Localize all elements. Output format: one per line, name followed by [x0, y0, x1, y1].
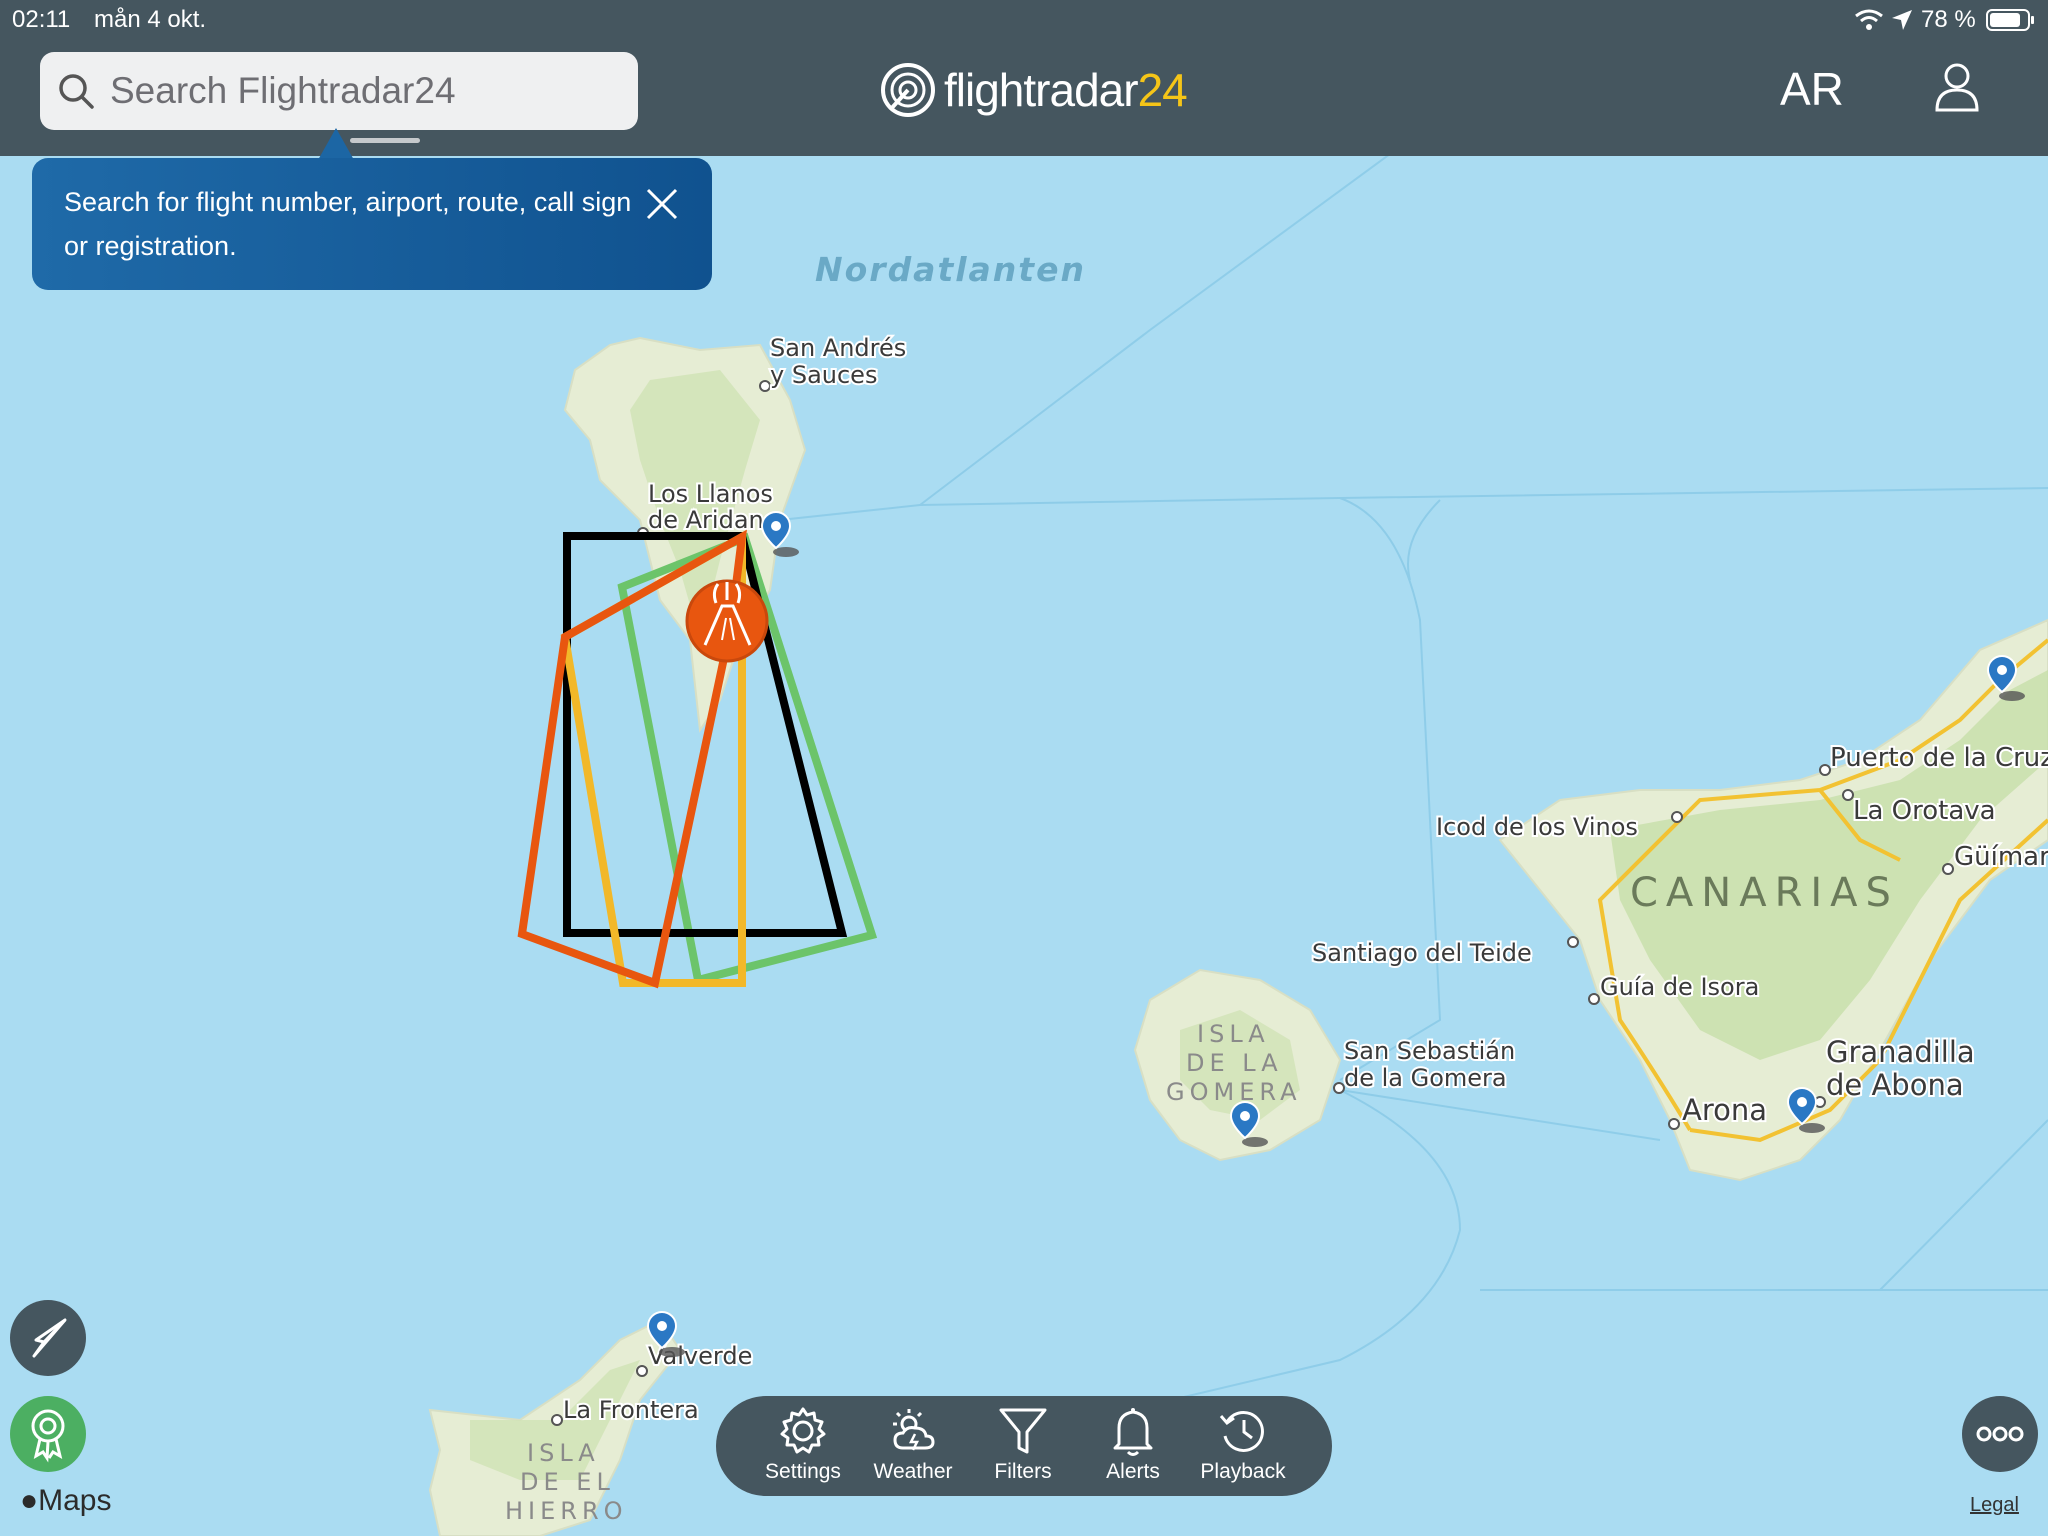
- search-input[interactable]: Search Flightradar24: [40, 52, 638, 130]
- ar-button[interactable]: AR: [1780, 62, 1844, 116]
- tab-settings-label: Settings: [765, 1460, 841, 1483]
- badge-button[interactable]: [10, 1396, 86, 1472]
- radar-logo-icon: [881, 63, 935, 117]
- gear-icon: [780, 1407, 826, 1454]
- user-icon[interactable]: [1934, 62, 1980, 112]
- search-placeholder: Search Flightradar24: [110, 70, 456, 111]
- legal-link[interactable]: Legal: [1970, 1494, 2019, 1517]
- close-icon[interactable]: [644, 186, 680, 222]
- volcano-icon[interactable]: [685, 579, 769, 663]
- battery-percent: 78 %: [1921, 6, 1976, 33]
- label-hierro-3: HIERRO: [505, 1497, 628, 1525]
- label-canarias: CANARIAS: [1630, 870, 1899, 916]
- apple-icon: ●: [20, 1484, 39, 1517]
- ocean-label: Nordatlanten: [815, 250, 1086, 289]
- tab-alerts[interactable]: Alerts: [1078, 1404, 1188, 1490]
- label-san-andres: San Andrés: [770, 334, 906, 362]
- tab-weather[interactable]: Weather: [858, 1404, 968, 1490]
- more-button[interactable]: [1962, 1396, 2038, 1472]
- app-logo: flightradar24: [880, 58, 1188, 122]
- tab-alerts-label: Alerts: [1106, 1460, 1160, 1483]
- more-dots-icon: [1976, 1426, 2024, 1442]
- navigation-arrow-icon: [32, 1318, 67, 1358]
- status-date: mån 4 okt.: [94, 6, 207, 33]
- tab-playback[interactable]: Playback: [1188, 1404, 1298, 1490]
- label-los-llanos: Los Llanos: [648, 480, 773, 508]
- battery-icon: [1986, 9, 2034, 31]
- logo-word: flightradar: [944, 64, 1139, 116]
- label-orotava: La Orotava: [1853, 796, 1996, 826]
- label-arona: Arona: [1682, 1093, 1767, 1127]
- label-granadilla-2: de Abona: [1826, 1068, 1964, 1102]
- tab-playback-label: Playback: [1200, 1460, 1286, 1483]
- locate-me-button[interactable]: [10, 1300, 86, 1376]
- label-icod: Icod de los Vinos: [1436, 813, 1638, 841]
- tooltip-text: Search for flight number, airport, route…: [64, 187, 632, 261]
- label-gomera: ISLA: [1197, 1020, 1270, 1048]
- search-icon: [59, 74, 94, 109]
- search-tooltip: Search for flight number, airport, route…: [32, 158, 712, 290]
- label-frontera: La Frontera: [563, 1396, 699, 1424]
- tab-filters[interactable]: Filters: [968, 1404, 1078, 1490]
- label-san-sebastian-2: de la Gomera: [1344, 1064, 1507, 1092]
- tab-weather-label: Weather: [873, 1460, 953, 1483]
- tab-filters-label: Filters: [994, 1460, 1052, 1483]
- label-hierro-2: DE EL: [520, 1468, 615, 1496]
- label-los-llanos-2: de Aridane: [648, 506, 779, 534]
- label-san-sebastian: San Sebastián: [1344, 1037, 1515, 1065]
- top-bar: 02:11 mån 4 okt. 78 % Search Flightradar…: [0, 0, 2048, 156]
- label-granadilla: Granadilla: [1826, 1035, 1975, 1069]
- label-gomera-3: GOMERA: [1166, 1078, 1301, 1106]
- status-time: 02:11: [12, 6, 71, 33]
- label-hierro: ISLA: [527, 1439, 600, 1467]
- history-icon: [1219, 1411, 1264, 1452]
- label-puerto: Puerto de la Cruz: [1830, 743, 2048, 773]
- bottom-toolbar: Settings Weather Filters Alerts Playback: [716, 1396, 1332, 1496]
- label-san-andres-2: y Sauces: [770, 361, 877, 389]
- weather-icon: [893, 1409, 935, 1451]
- tab-settings[interactable]: Settings: [748, 1404, 858, 1490]
- wifi-icon: [1855, 9, 1883, 30]
- logo-number: 24: [1137, 64, 1188, 116]
- bell-icon: [1113, 1408, 1153, 1456]
- label-santiago: Santiago del Teide: [1312, 939, 1532, 967]
- tooltip-arrow: [318, 128, 354, 160]
- location-arrow-icon: [1892, 10, 1912, 30]
- maps-label: Maps: [38, 1484, 112, 1517]
- label-guimar: Güímar: [1954, 842, 2048, 872]
- apple-maps-logo: ●Maps: [20, 1484, 111, 1518]
- label-gomera-2: DE LA: [1186, 1049, 1283, 1077]
- drag-handle[interactable]: [350, 138, 420, 143]
- filter-icon: [999, 1408, 1047, 1454]
- award-ribbon-icon: [31, 1409, 65, 1463]
- label-guia: Guía de Isora: [1600, 973, 1759, 1001]
